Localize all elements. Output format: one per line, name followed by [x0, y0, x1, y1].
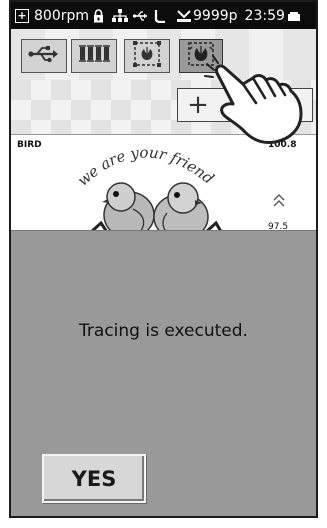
- speed-readout: 800rpm: [34, 7, 90, 24]
- thread-spools-icon: [78, 44, 110, 68]
- battery-icon: [287, 9, 300, 23]
- lcd-screen: + 800rpm 9999p 23:59 + BIRD 100.8 97.5 w…: [9, 0, 318, 518]
- double-up-arrow-icon: [273, 193, 285, 213]
- status-bar: + 800rpm 9999p 23:59: [11, 2, 316, 29]
- usb-transfer-button[interactable]: [21, 39, 67, 73]
- embroidery-frame-icon: +: [15, 8, 29, 23]
- pattern-frame-button[interactable]: [124, 39, 170, 73]
- svg-text:we are your friends: we are your friends: [71, 137, 217, 190]
- hand-pointer-icon: [204, 55, 303, 144]
- thread-icon: [154, 9, 166, 23]
- pattern-name: BIRD: [17, 140, 42, 150]
- stitch-count-readout: 9999p: [193, 7, 238, 24]
- embroidery-arc-text: we are your friends: [71, 137, 217, 190]
- usb-transfer-icon: [28, 45, 60, 67]
- yes-button[interactable]: YES: [42, 454, 146, 503]
- pattern-frame-icon: [132, 40, 162, 72]
- lock-icon: [93, 8, 104, 23]
- bobbin-icon: [176, 9, 192, 23]
- thread-spools-button[interactable]: [71, 39, 117, 73]
- clock-readout: 23:59: [244, 7, 285, 24]
- network-icon: [112, 8, 129, 23]
- usb-icon: [133, 9, 149, 23]
- dialog-message: Tracing is executed.: [79, 321, 248, 341]
- message-dialog: Tracing is executed. YES: [11, 230, 316, 516]
